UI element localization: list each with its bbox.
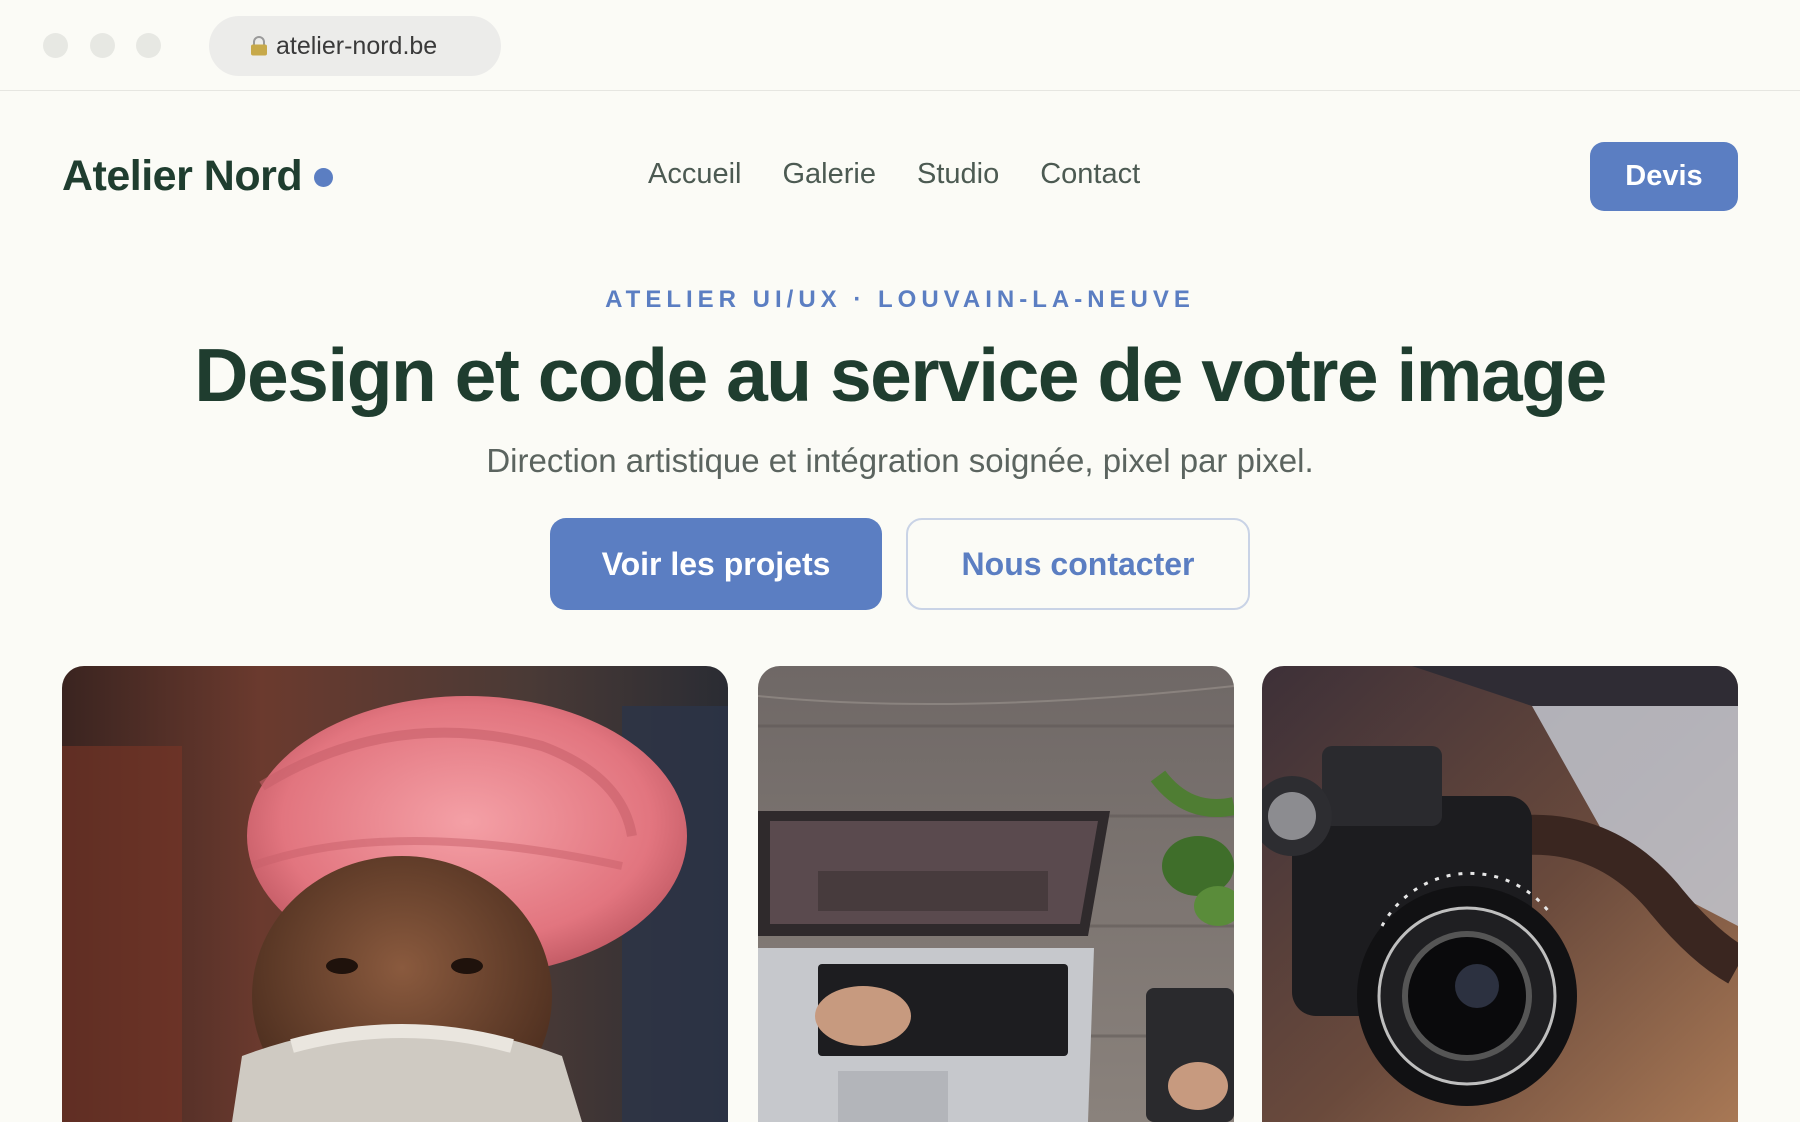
hero-eyebrow: ATELIER UI/UX · LOUVAIN-LA-NEUVE: [605, 286, 1195, 313]
hero-title: Design et code au service de votre image: [194, 333, 1607, 417]
window-close-button[interactable]: [43, 33, 68, 58]
gallery-card-laptop[interactable]: [758, 666, 1234, 1122]
laptop-image: [758, 666, 1234, 1122]
window-minimize-button[interactable]: [90, 33, 115, 58]
logo-text: Atelier Nord: [62, 152, 303, 200]
lock-icon: [251, 36, 267, 56]
devis-button[interactable]: Devis: [1590, 142, 1738, 211]
logo-dot-icon: [314, 168, 334, 187]
hero-subtitle: Direction artistique et intégration soig…: [486, 442, 1314, 479]
portrait-image: [62, 666, 728, 1122]
url-text: atelier-nord.be: [276, 31, 438, 60]
nav-item-galerie[interactable]: Galerie: [783, 158, 877, 191]
gallery-card-portrait[interactable]: [62, 666, 728, 1122]
camera-image: [1262, 666, 1738, 1122]
nav-item-accueil[interactable]: Accueil: [648, 158, 742, 191]
contact-us-button[interactable]: Nous contacter: [906, 518, 1250, 610]
main-nav: Accueil Galerie Studio Contact: [648, 158, 1181, 191]
nav-item-studio[interactable]: Studio: [917, 158, 999, 191]
address-bar[interactable]: atelier-nord.be: [209, 16, 501, 76]
gallery-card-camera[interactable]: [1262, 666, 1738, 1122]
window-maximize-button[interactable]: [136, 33, 161, 58]
nav-item-contact[interactable]: Contact: [1040, 158, 1140, 191]
browser-toolbar: atelier-nord.be: [0, 0, 1800, 91]
view-projects-button[interactable]: Voir les projets: [550, 518, 882, 610]
site-logo[interactable]: Atelier Nord: [62, 152, 334, 201]
